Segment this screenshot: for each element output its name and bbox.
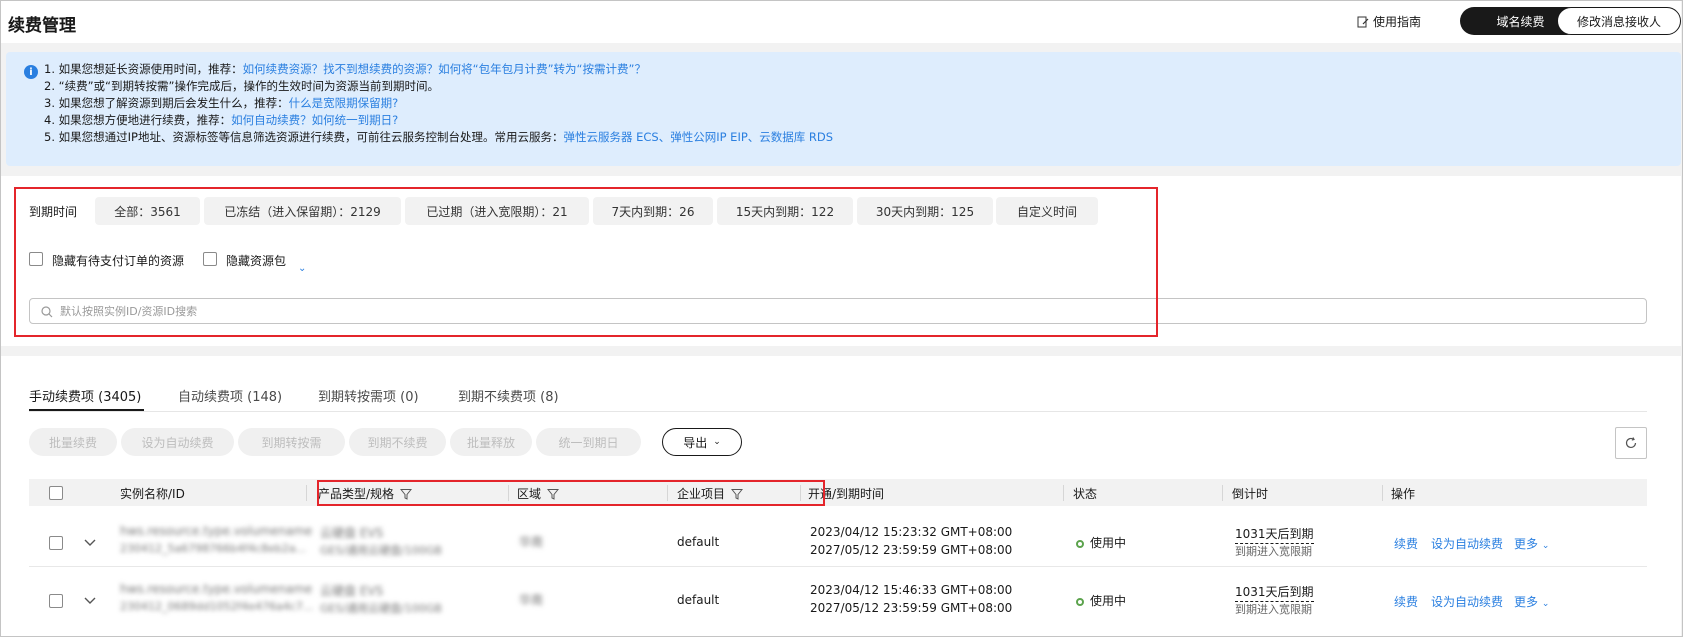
region-value: 华南 <box>519 535 544 549</box>
page-title: 续费管理 <box>8 16 76 36</box>
product-spec: GES/通用云硬盘/100GB <box>320 602 442 615</box>
column-divider <box>1222 485 1223 501</box>
countdown-value: 1031天后到期 <box>1235 525 1314 544</box>
refresh-button[interactable] <box>1615 427 1647 459</box>
instance-id: 230412_0689dd1052f4e476a4c7... <box>120 600 314 613</box>
col-header-actions: 操作 <box>1391 487 1416 501</box>
tip-line: 5. 如果您想通过IP地址、资源标签等信息筛选资源进行续费，可前往云服务控制台处… <box>44 130 834 144</box>
highlight-box-columns <box>317 480 825 506</box>
chevron-down-icon: ⌄ <box>1541 541 1550 551</box>
countdown-sub: 到期进入宽限期 <box>1235 545 1312 558</box>
expire-time: 2027/05/12 23:59:59 GMT+08:00 <box>810 543 1013 557</box>
active-tab-indicator <box>29 409 144 411</box>
info-icon: i <box>24 65 38 79</box>
tip-link[interactable]: 如何自动续费？如何统一到期日? <box>231 113 398 127</box>
opened-time: 2023/04/12 15:23:32 GMT+08:00 <box>810 525 1013 539</box>
export-label: 导出 <box>683 435 708 450</box>
column-divider <box>1382 485 1383 501</box>
chevron-down-icon: ⌄ <box>1541 599 1550 609</box>
row-checkbox[interactable] <box>49 536 63 550</box>
col-header-countdown: 倒计时 <box>1232 487 1269 501</box>
status-badge: 使用中 <box>1076 592 1126 609</box>
tab-auto-renew[interactable]: 自动续费项 (148) <box>178 386 282 405</box>
tip-line: 4. 如果您想方便地进行续费，推荐：如何自动续费？如何统一到期日? <box>44 113 399 127</box>
status-dot-icon <box>1076 540 1084 548</box>
col-header-name: 实例名称/ID <box>120 487 185 501</box>
renew-link[interactable]: 续费 <box>1394 593 1418 610</box>
tips-banner: i 1. 如果您想延长资源使用时间，推荐：如何续费资源？找不到想续费的资源？如何… <box>6 52 1681 166</box>
set-auto-renew-button[interactable]: 设为自动续费 <box>121 428 234 456</box>
guide-link-label: 使用指南 <box>1373 15 1422 29</box>
column-divider <box>1063 485 1064 501</box>
no-renew-button[interactable]: 到期不续费 <box>349 428 446 456</box>
status-badge: 使用中 <box>1076 534 1126 551</box>
page-header: 续费管理 使用指南 域名续费 修改消息接收人 <box>1 1 1681 43</box>
tab-no-renew[interactable]: 到期不续费项 (8) <box>458 386 559 405</box>
tab-manual-renew[interactable]: 手动续费项 (3405) <box>29 386 141 405</box>
set-auto-renew-link[interactable]: 设为自动续费 <box>1431 535 1503 552</box>
set-auto-renew-link[interactable]: 设为自动续费 <box>1431 593 1503 610</box>
chevron-down-icon: ⌄ <box>713 437 721 447</box>
column-divider <box>306 485 307 501</box>
row-checkbox[interactable] <box>49 594 63 608</box>
tip-link[interactable]: 如何续费资源？找不到想续费的资源？如何将“包年包月计费”转为“按需计费”？ <box>243 62 646 76</box>
select-all-checkbox[interactable] <box>49 486 63 500</box>
chevron-down-icon[interactable] <box>84 539 96 547</box>
tip-line: 3. 如果您想了解资源到期后会发生什么，推荐：什么是宽限期保留期? <box>44 96 399 110</box>
more-dropdown[interactable]: 更多 ⌄ <box>1514 593 1549 610</box>
tab-divider <box>29 411 1647 412</box>
unify-expiry-button[interactable]: 统一到期日 <box>536 428 641 456</box>
refresh-icon <box>1625 437 1637 449</box>
modify-receiver-button[interactable]: 修改消息接收人 <box>1557 7 1681 35</box>
project-value: default <box>677 593 720 607</box>
tab-to-on-demand[interactable]: 到期转按需项 (0) <box>318 386 419 405</box>
product-type: 云硬盘 EVS <box>320 584 384 598</box>
region-value: 华南 <box>519 593 544 607</box>
row-divider <box>29 566 1647 567</box>
tip-line: 1. 如果您想延长资源使用时间，推荐：如何续费资源？找不到想续费的资源？如何将“… <box>44 62 646 76</box>
product-spec: GES/通用云硬盘/100GB <box>320 544 442 557</box>
tip-line: 2. “续费”或“到期转按需”操作完成后，操作的生效时间为资源当前到期时间。 <box>44 79 439 93</box>
countdown-value: 1031天后到期 <box>1235 583 1314 602</box>
edit-doc-icon <box>1357 16 1369 27</box>
instance-name[interactable]: hws.resource.type.volumename <box>120 582 312 596</box>
status-dot-icon <box>1076 598 1084 606</box>
tip-link[interactable]: 什么是宽限期保留期? <box>289 96 399 110</box>
batch-renew-button[interactable]: 批量续费 <box>29 428 117 456</box>
chevron-down-icon[interactable] <box>84 597 96 605</box>
instance-name[interactable]: hws.resource.type.volumename <box>120 524 312 538</box>
opened-time: 2023/04/12 15:46:33 GMT+08:00 <box>810 583 1013 597</box>
instance-id: 230412_5a6798766b4f4c8eb2a... <box>120 542 307 555</box>
product-type: 云硬盘 EVS <box>320 526 384 540</box>
col-header-status: 状态 <box>1073 487 1098 501</box>
renew-link[interactable]: 续费 <box>1394 535 1418 552</box>
export-button[interactable]: 导出 ⌄ <box>662 428 742 456</box>
more-dropdown[interactable]: 更多 ⌄ <box>1514 535 1549 552</box>
highlight-box-filters <box>14 187 1158 337</box>
to-on-demand-button[interactable]: 到期转按需 <box>238 428 345 456</box>
project-value: default <box>677 535 720 549</box>
countdown-sub: 到期进入宽限期 <box>1235 603 1312 616</box>
tip-link[interactable]: 弹性云服务器 ECS、弹性公网IP EIP、云数据库 RDS <box>563 130 833 144</box>
expire-time: 2027/05/12 23:59:59 GMT+08:00 <box>810 601 1013 615</box>
guide-link[interactable]: 使用指南 <box>1357 13 1421 30</box>
batch-release-button[interactable]: 批量释放 <box>450 428 532 456</box>
